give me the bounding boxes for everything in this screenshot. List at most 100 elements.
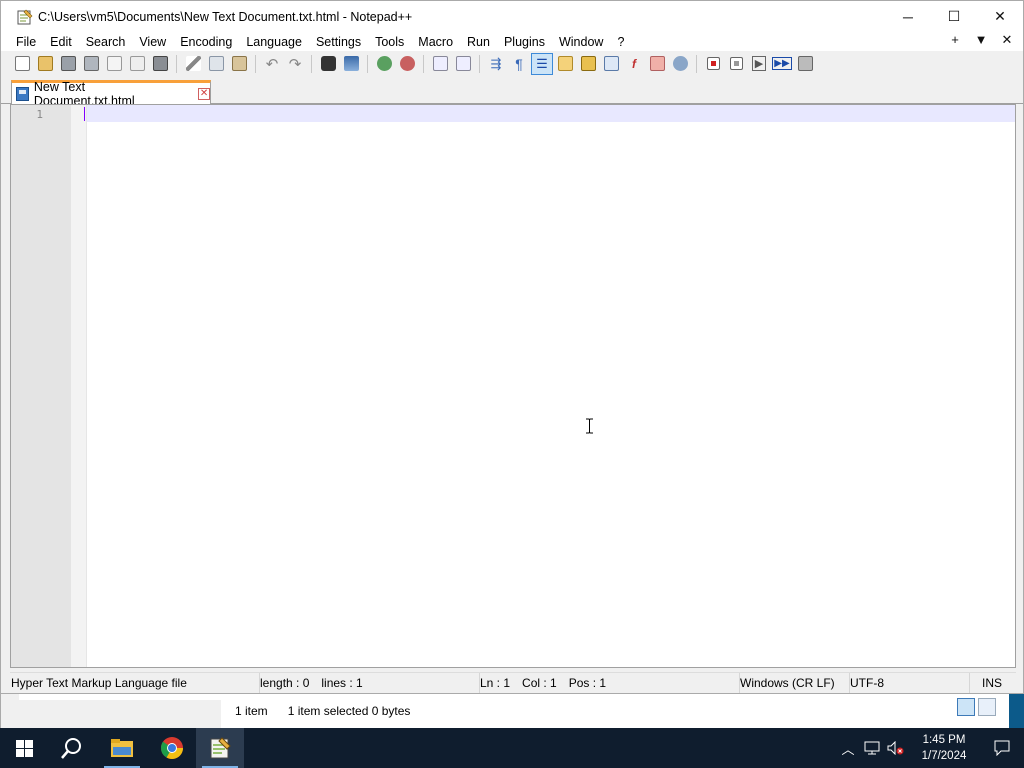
paste-icon[interactable] bbox=[228, 53, 250, 75]
explorer-status-bar: 1 item 1 item selected 0 bytes bbox=[221, 694, 1009, 728]
menu-macro[interactable]: Macro bbox=[411, 35, 460, 49]
volume-muted-icon[interactable] bbox=[884, 728, 908, 768]
saved-file-icon bbox=[16, 86, 29, 101]
editor-area[interactable]: 1 bbox=[10, 104, 1016, 668]
close-all-icon[interactable] bbox=[126, 53, 148, 75]
indent-guide-icon[interactable]: ☰ bbox=[531, 52, 553, 75]
menu-run[interactable]: Run bbox=[460, 35, 497, 49]
user-language-icon[interactable] bbox=[554, 53, 576, 75]
save-all-icon[interactable] bbox=[80, 53, 102, 75]
monitoring-icon[interactable] bbox=[669, 53, 691, 75]
status-insert-mode[interactable]: INS bbox=[970, 673, 1014, 693]
menu-view[interactable]: View bbox=[132, 35, 173, 49]
menu-language[interactable]: Language bbox=[239, 35, 309, 49]
tab-close-icon[interactable]: ✕ bbox=[198, 87, 210, 100]
large-icons-view-icon[interactable] bbox=[978, 698, 996, 716]
close-window-button[interactable]: ✕ bbox=[977, 1, 1023, 32]
menu-edit[interactable]: Edit bbox=[43, 35, 79, 49]
close-doc-button[interactable]: ✕ bbox=[999, 32, 1015, 48]
window-title: C:\Users\vm5\Documents\New Text Document… bbox=[38, 9, 413, 24]
zoom-out-icon[interactable] bbox=[396, 53, 418, 75]
replace-icon[interactable] bbox=[340, 53, 362, 75]
minimize-button[interactable]: ─ bbox=[885, 1, 931, 32]
text-content[interactable] bbox=[89, 105, 1015, 667]
menu-help[interactable]: ? bbox=[610, 35, 631, 49]
copy-icon[interactable] bbox=[205, 53, 227, 75]
sync-vertical-icon[interactable] bbox=[429, 53, 451, 75]
zoom-in-icon[interactable] bbox=[373, 53, 395, 75]
save-icon[interactable] bbox=[57, 53, 79, 75]
word-wrap-icon[interactable]: ⇶ bbox=[485, 53, 507, 75]
taskbar: ︿ 1:45 PM 1/7/2024 bbox=[0, 728, 1024, 768]
toolbar-separator bbox=[255, 54, 256, 73]
menu-search[interactable]: Search bbox=[79, 35, 133, 49]
open-file-icon[interactable] bbox=[34, 53, 56, 75]
toolbar-separator bbox=[311, 54, 312, 73]
status-encoding[interactable]: UTF-8 bbox=[850, 672, 970, 693]
line-number: 1 bbox=[36, 108, 43, 121]
folder-workspace-icon[interactable] bbox=[646, 53, 668, 75]
toolbar-separator bbox=[176, 54, 177, 73]
status-length: length : 0 bbox=[260, 675, 310, 690]
macro-save-icon[interactable] bbox=[794, 53, 816, 75]
show-hidden-icons-icon[interactable]: ︿ bbox=[836, 728, 860, 768]
toolbar-separator bbox=[479, 54, 480, 73]
status-bar: Hyper Text Markup Language file length :… bbox=[10, 672, 1016, 693]
explorer-view-buttons bbox=[957, 698, 996, 716]
macro-stop-icon[interactable] bbox=[725, 53, 747, 75]
undo-icon[interactable]: ↶ bbox=[261, 53, 283, 75]
menu-bar: File Edit Search View Encoding Language … bbox=[1, 32, 1023, 51]
notepadpp-window: C:\Users\vm5\Documents\New Text Document… bbox=[0, 0, 1024, 694]
redo-icon[interactable]: ↷ bbox=[284, 53, 306, 75]
find-icon[interactable] bbox=[317, 53, 339, 75]
status-ln: Ln : 1 bbox=[480, 675, 511, 690]
status-length-lines: length : 0 lines : 1 bbox=[260, 672, 480, 693]
title-bar[interactable]: C:\Users\vm5\Documents\New Text Document… bbox=[1, 1, 1023, 32]
tab-list-button[interactable]: ▼ bbox=[973, 32, 989, 48]
menu-plugins[interactable]: Plugins bbox=[497, 35, 552, 49]
tab-bar: New Text Document.txt.html ✕ bbox=[1, 76, 1023, 108]
chrome-icon[interactable] bbox=[148, 728, 196, 768]
status-eol[interactable]: Windows (CR LF) bbox=[740, 672, 850, 693]
function-list-icon[interactable]: f bbox=[623, 53, 645, 75]
toolbar: ↶ ↷ ⇶ ¶ ☰ f ▶ ▶▶ bbox=[1, 51, 1023, 76]
cut-icon[interactable] bbox=[182, 53, 204, 75]
line-number-margin: 1 bbox=[11, 105, 71, 667]
network-icon[interactable] bbox=[860, 728, 884, 768]
menu-window[interactable]: Window bbox=[552, 35, 610, 49]
maximize-button[interactable]: ☐ bbox=[931, 1, 977, 32]
notepadpp-app-icon bbox=[17, 9, 33, 24]
macro-play-icon[interactable]: ▶ bbox=[748, 53, 770, 75]
print-icon[interactable] bbox=[149, 53, 171, 75]
new-file-icon[interactable] bbox=[11, 53, 33, 75]
notifications-icon[interactable] bbox=[980, 728, 1024, 768]
status-lines: lines : 1 bbox=[321, 675, 363, 690]
sync-horizontal-icon[interactable] bbox=[452, 53, 474, 75]
tab-new-text-document[interactable]: New Text Document.txt.html ✕ bbox=[11, 80, 211, 108]
explorer-selection-info: 1 item selected 0 bytes bbox=[287, 704, 411, 718]
clock[interactable]: 1:45 PM 1/7/2024 bbox=[908, 732, 980, 764]
status-pos: Pos : 1 bbox=[568, 675, 607, 690]
add-tab-button[interactable]: + bbox=[947, 32, 963, 48]
menu-tools[interactable]: Tools bbox=[368, 35, 411, 49]
doc-list-icon[interactable] bbox=[600, 53, 622, 75]
macro-run-multiple-icon[interactable]: ▶▶ bbox=[771, 53, 793, 75]
text-caret bbox=[84, 107, 85, 121]
toolbar-separator bbox=[367, 54, 368, 73]
system-tray: ︿ 1:45 PM 1/7/2024 bbox=[836, 728, 1024, 768]
details-view-icon[interactable] bbox=[957, 698, 975, 716]
start-icon[interactable] bbox=[0, 728, 48, 768]
fold-margin[interactable] bbox=[71, 105, 87, 667]
close-icon[interactable] bbox=[103, 53, 125, 75]
show-all-chars-icon[interactable]: ¶ bbox=[508, 53, 530, 75]
doc-map-icon[interactable] bbox=[577, 53, 599, 75]
file-explorer-icon[interactable] bbox=[98, 728, 146, 768]
notepadpp-icon[interactable] bbox=[196, 728, 244, 768]
toolbar-separator bbox=[696, 54, 697, 73]
status-position: Ln : 1 Col : 1 Pos : 1 bbox=[480, 672, 740, 693]
menu-settings[interactable]: Settings bbox=[309, 35, 368, 49]
menu-encoding[interactable]: Encoding bbox=[173, 35, 239, 49]
macro-record-icon[interactable] bbox=[702, 53, 724, 75]
menu-file[interactable]: File bbox=[9, 35, 43, 49]
search-icon[interactable] bbox=[48, 728, 96, 768]
